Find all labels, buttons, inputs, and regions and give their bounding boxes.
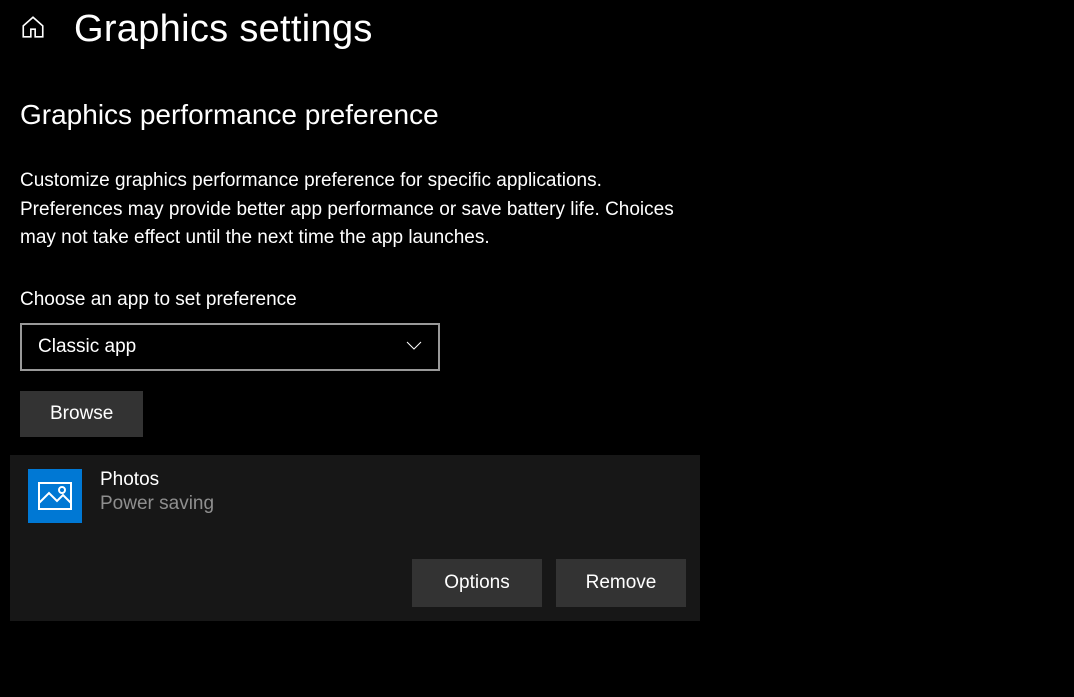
dropdown-label: Choose an app to set preference: [20, 289, 680, 311]
app-preference-card: Photos Power saving Options Remove: [10, 455, 700, 621]
options-button[interactable]: Options: [412, 559, 542, 607]
remove-button[interactable]: Remove: [556, 559, 686, 607]
chevron-down-icon: [406, 338, 422, 356]
app-row[interactable]: Photos Power saving: [28, 469, 686, 523]
photos-app-icon: [28, 469, 82, 523]
app-type-dropdown[interactable]: Classic app: [20, 323, 440, 371]
section-heading: Graphics performance preference: [20, 99, 680, 131]
browse-button[interactable]: Browse: [20, 391, 143, 437]
dropdown-selected-value: Classic app: [38, 336, 136, 358]
description-text: Customize graphics performance preferenc…: [20, 167, 680, 253]
home-icon[interactable]: [20, 14, 46, 45]
app-status: Power saving: [100, 493, 214, 515]
page-title: Graphics settings: [74, 8, 373, 51]
app-name: Photos: [100, 469, 214, 491]
